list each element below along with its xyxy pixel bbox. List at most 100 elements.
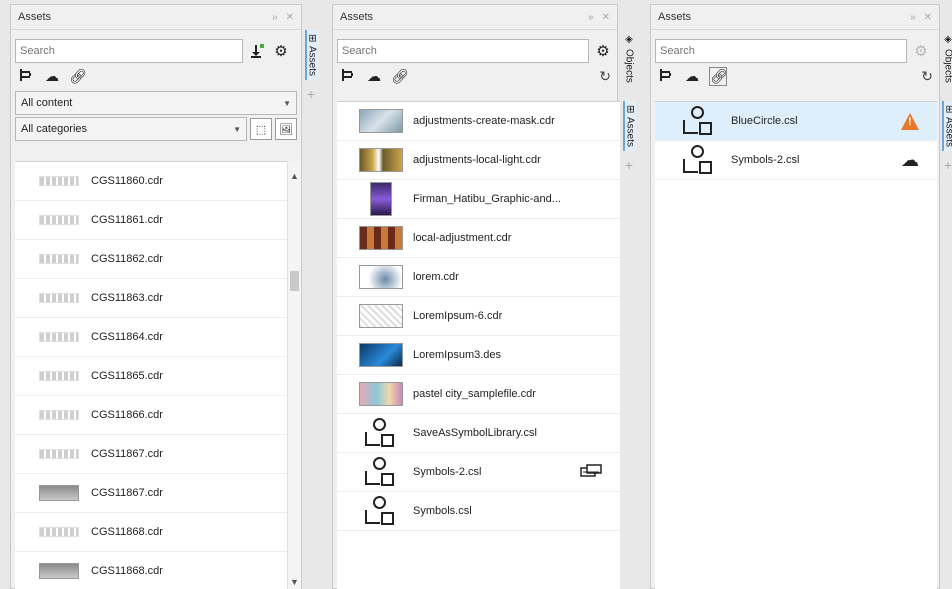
- list-item[interactable]: LoremIpsum-6.cdr: [337, 297, 620, 336]
- file-name: pastel city_samplefile.cdr: [413, 388, 536, 400]
- list-item[interactable]: CGS11867.cdr: [15, 435, 287, 474]
- list-item[interactable]: SaveAsSymbolLibrary.csl: [337, 414, 620, 453]
- list-item[interactable]: CGS11868.cdr: [15, 513, 287, 552]
- file-name: CGS11868.cdr: [91, 526, 163, 538]
- file-name: lorem.cdr: [413, 271, 459, 283]
- list-item[interactable]: adjustments-local-light.cdr: [337, 141, 620, 180]
- tab-objects[interactable]: ◈ Objects: [624, 30, 635, 87]
- symbol-library-icon: [683, 106, 715, 136]
- list-item[interactable]: CGS11860.cdr: [15, 162, 287, 201]
- file-thumbnail: [35, 443, 83, 465]
- link-icon[interactable]: 🔗︎: [69, 68, 87, 85]
- file-name: BlueCircle.csl: [731, 115, 798, 127]
- content-filter-value: All content: [21, 97, 73, 109]
- category-filter-value: All categories: [21, 123, 88, 135]
- file-name: Firman_Hatibu_Graphic-and...: [413, 193, 561, 205]
- file-name: adjustments-create-mask.cdr: [413, 115, 555, 127]
- add-tab-icon[interactable]: +: [944, 157, 952, 173]
- close-icon[interactable]: ✕: [286, 12, 294, 23]
- search-input[interactable]: [337, 39, 589, 63]
- list-item[interactable]: CGS11862.cdr: [15, 240, 287, 279]
- side-tab-strip-2: ◈ Objects ⊞ Assets +: [620, 30, 638, 173]
- chevron-down-icon: ▼: [233, 124, 241, 134]
- list-item[interactable]: adjustments-create-mask.cdr: [337, 102, 620, 141]
- chevron-down-icon: ▼: [283, 98, 291, 108]
- image-icon[interactable]: 🖼︎: [275, 118, 297, 140]
- list-item[interactable]: local-adjustment.cdr: [337, 219, 620, 258]
- list-item[interactable]: LoremIpsum3.des: [337, 336, 620, 375]
- file-name: CGS11867.cdr: [91, 448, 163, 460]
- list-item[interactable]: CGS11867.cdr: [15, 474, 287, 513]
- layers-icon: ◈: [623, 34, 635, 45]
- refresh-icon[interactable]: ↻: [599, 68, 611, 85]
- list-item[interactable]: CGS11861.cdr: [15, 201, 287, 240]
- list-item[interactable]: Symbols-2.csl ☁: [655, 141, 937, 180]
- expand-icon[interactable]: »: [588, 12, 594, 23]
- gear-icon[interactable]: ⚙: [593, 40, 613, 62]
- category-filter-select[interactable]: All categories ▼: [15, 117, 247, 141]
- file-name: CGS11860.cdr: [91, 175, 163, 187]
- asset-list: adjustments-create-mask.cdr adjustments-l…: [337, 101, 620, 589]
- search-input[interactable]: [15, 39, 243, 63]
- tab-assets[interactable]: ⊞ Assets: [941, 100, 952, 152]
- symbol-library-icon: [365, 496, 397, 526]
- cloud-icon[interactable]: ☁: [683, 68, 701, 85]
- file-name: SaveAsSymbolLibrary.csl: [413, 427, 537, 439]
- search-input[interactable]: [655, 39, 907, 63]
- gear-icon[interactable]: ⚙: [911, 40, 931, 62]
- file-thumbnail: [357, 304, 405, 328]
- content-filter-select[interactable]: All content ▼: [15, 91, 297, 115]
- file-thumbnail: [35, 560, 83, 582]
- file-name: Symbols-2.csl: [413, 466, 482, 478]
- cloud-icon[interactable]: ☁: [365, 68, 383, 85]
- list-item[interactable]: CGS11864.cdr: [15, 318, 287, 357]
- file-thumbnail: [675, 106, 723, 135]
- scrollbar[interactable]: ▲ ▼: [287, 161, 301, 589]
- tab-objects-label: Objects: [942, 49, 952, 83]
- list-item[interactable]: CGS11863.cdr: [15, 279, 287, 318]
- list-item[interactable]: Symbols.csl: [337, 492, 620, 531]
- add-tab-icon[interactable]: +: [625, 157, 633, 173]
- file-name: adjustments-local-light.cdr: [413, 154, 541, 166]
- assets-tab-icon: ⊞: [943, 104, 952, 114]
- file-name: LoremIpsum-6.cdr: [413, 310, 503, 322]
- list-item[interactable]: pastel city_samplefile.cdr: [337, 375, 620, 414]
- list-item[interactable]: lorem.cdr: [337, 258, 620, 297]
- local-network-icon[interactable]: [339, 68, 357, 85]
- local-network-icon[interactable]: [657, 68, 675, 85]
- local-network-icon[interactable]: [17, 68, 35, 85]
- refresh-icon[interactable]: ↻: [921, 68, 933, 85]
- expand-icon[interactable]: »: [910, 12, 916, 23]
- file-name: CGS11868.cdr: [91, 565, 163, 577]
- file-thumbnail: [35, 209, 83, 231]
- tab-assets[interactable]: ⊞ Assets: [304, 30, 318, 81]
- side-tab-strip-3: ◈ Objects ⊞ Assets +: [939, 30, 952, 173]
- list-item[interactable]: Firman_Hatibu_Graphic-and...: [337, 180, 620, 219]
- cloud-icon: ☁: [901, 149, 919, 170]
- scroll-down-icon[interactable]: ▼: [290, 577, 299, 587]
- add-tab-icon[interactable]: +: [307, 86, 315, 102]
- list-item[interactable]: CGS11868.cdr: [15, 552, 287, 589]
- list-item[interactable]: CGS11866.cdr: [15, 396, 287, 435]
- file-thumbnail: [35, 404, 83, 426]
- tab-objects[interactable]: ◈ Objects: [943, 30, 952, 87]
- file-thumbnail: [357, 343, 405, 367]
- scroll-up-icon[interactable]: ▲: [290, 171, 299, 181]
- close-icon[interactable]: ✕: [602, 12, 610, 23]
- list-item[interactable]: Symbols-2.csl: [337, 453, 620, 492]
- tab-assets[interactable]: ⊞ Assets: [622, 100, 636, 152]
- scroll-thumb[interactable]: [290, 271, 299, 291]
- link-icon[interactable]: 🔗︎: [391, 68, 409, 85]
- gear-icon[interactable]: ⚙: [271, 40, 291, 62]
- link-icon[interactable]: 🔗︎: [709, 66, 728, 86]
- file-name: CGS11862.cdr: [91, 253, 163, 265]
- download-icon[interactable]: [247, 40, 267, 62]
- expand-icon[interactable]: »: [272, 12, 278, 23]
- select-frame-icon[interactable]: ⬚: [250, 118, 272, 140]
- list-item[interactable]: CGS11865.cdr: [15, 357, 287, 396]
- tab-assets-label: Assets: [306, 46, 318, 77]
- list-item[interactable]: BlueCircle.csl!: [655, 102, 937, 141]
- close-icon[interactable]: ✕: [924, 12, 932, 23]
- cloud-icon[interactable]: ☁: [43, 68, 61, 85]
- file-thumbnail: [357, 226, 405, 250]
